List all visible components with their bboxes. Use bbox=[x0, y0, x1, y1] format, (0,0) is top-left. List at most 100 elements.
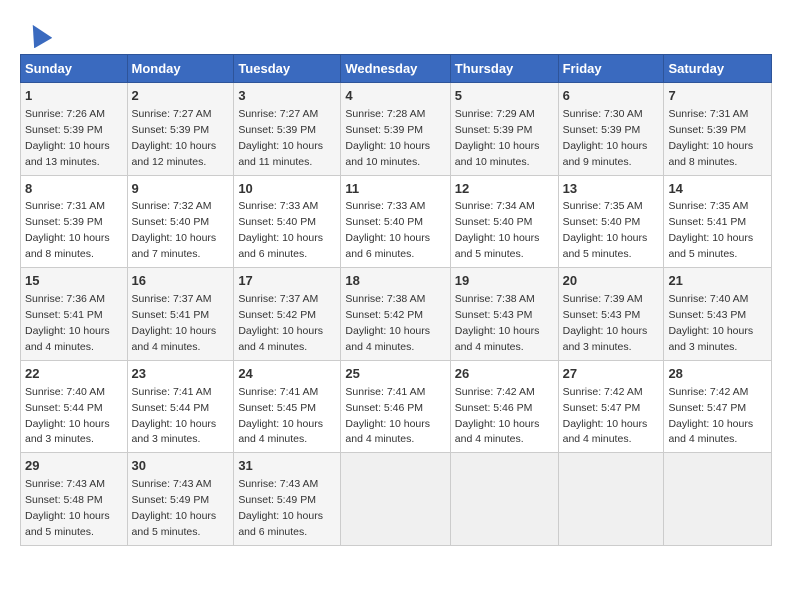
calendar-cell bbox=[341, 453, 450, 546]
calendar-cell: 27 Sunrise: 7:42 AMSunset: 5:47 PMDayligh… bbox=[558, 360, 664, 453]
day-info: Sunrise: 7:33 AMSunset: 5:40 PMDaylight:… bbox=[238, 200, 323, 260]
day-info: Sunrise: 7:32 AMSunset: 5:40 PMDaylight:… bbox=[132, 200, 217, 260]
day-number: 5 bbox=[455, 87, 554, 106]
calendar-cell: 5 Sunrise: 7:29 AMSunset: 5:39 PMDaylight… bbox=[450, 83, 558, 176]
calendar-cell: 13Sunrise: 7:35 AMSunset: 5:40 PMDayligh… bbox=[558, 175, 664, 268]
day-info: Sunrise: 7:26 AMSunset: 5:39 PMDaylight:… bbox=[25, 108, 110, 168]
calendar-cell: 29 Sunrise: 7:43 AMSunset: 5:48 PMDayligh… bbox=[21, 453, 128, 546]
calendar-cell: 17 Sunrise: 7:37 AMSunset: 5:42 PMDayligh… bbox=[234, 268, 341, 361]
day-info: Sunrise: 7:37 AMSunset: 5:42 PMDaylight:… bbox=[238, 293, 323, 353]
day-number: 8 bbox=[25, 180, 123, 199]
day-info: Sunrise: 7:35 AMSunset: 5:40 PMDaylight:… bbox=[563, 200, 648, 260]
week-row-1: 1 Sunrise: 7:26 AMSunset: 5:39 PMDaylight… bbox=[21, 83, 772, 176]
page-header bbox=[20, 20, 772, 48]
day-number: 4 bbox=[345, 87, 445, 106]
calendar-cell: 2 Sunrise: 7:27 AMSunset: 5:39 PMDaylight… bbox=[127, 83, 234, 176]
day-info: Sunrise: 7:43 AMSunset: 5:49 PMDaylight:… bbox=[132, 478, 217, 538]
day-info: Sunrise: 7:42 AMSunset: 5:47 PMDaylight:… bbox=[668, 386, 753, 446]
week-row-4: 22 Sunrise: 7:40 AMSunset: 5:44 PMDayligh… bbox=[21, 360, 772, 453]
calendar-cell: 23 Sunrise: 7:41 AMSunset: 5:44 PMDayligh… bbox=[127, 360, 234, 453]
day-number: 11 bbox=[345, 180, 445, 199]
calendar-cell: 18Sunrise: 7:38 AMSunset: 5:42 PMDayligh… bbox=[341, 268, 450, 361]
day-number: 16 bbox=[132, 272, 230, 291]
header-cell-sunday: Sunday bbox=[21, 55, 128, 83]
calendar-cell: 12Sunrise: 7:34 AMSunset: 5:40 PMDayligh… bbox=[450, 175, 558, 268]
day-number: 30 bbox=[132, 457, 230, 476]
day-number: 14 bbox=[668, 180, 767, 199]
day-number: 6 bbox=[563, 87, 660, 106]
day-info: Sunrise: 7:40 AMSunset: 5:43 PMDaylight:… bbox=[668, 293, 753, 353]
header-cell-wednesday: Wednesday bbox=[341, 55, 450, 83]
day-number: 29 bbox=[25, 457, 123, 476]
day-number: 7 bbox=[668, 87, 767, 106]
day-number: 21 bbox=[668, 272, 767, 291]
calendar-cell: 16 Sunrise: 7:37 AMSunset: 5:41 PMDayligh… bbox=[127, 268, 234, 361]
calendar-cell: 15 Sunrise: 7:36 AMSunset: 5:41 PMDayligh… bbox=[21, 268, 128, 361]
day-number: 26 bbox=[455, 365, 554, 384]
calendar-cell: 14Sunrise: 7:35 AMSunset: 5:41 PMDayligh… bbox=[664, 175, 772, 268]
week-row-5: 29 Sunrise: 7:43 AMSunset: 5:48 PMDayligh… bbox=[21, 453, 772, 546]
day-number: 28 bbox=[668, 365, 767, 384]
day-info: Sunrise: 7:33 AMSunset: 5:40 PMDaylight:… bbox=[345, 200, 430, 260]
day-number: 2 bbox=[132, 87, 230, 106]
day-number: 31 bbox=[238, 457, 336, 476]
logo bbox=[20, 20, 52, 48]
calendar-cell: 26 Sunrise: 7:42 AMSunset: 5:46 PMDayligh… bbox=[450, 360, 558, 453]
day-info: Sunrise: 7:41 AMSunset: 5:44 PMDaylight:… bbox=[132, 386, 217, 446]
day-info: Sunrise: 7:31 AMSunset: 5:39 PMDaylight:… bbox=[25, 200, 110, 260]
day-info: Sunrise: 7:35 AMSunset: 5:41 PMDaylight:… bbox=[668, 200, 753, 260]
header-cell-thursday: Thursday bbox=[450, 55, 558, 83]
day-info: Sunrise: 7:42 AMSunset: 5:46 PMDaylight:… bbox=[455, 386, 540, 446]
calendar-cell: 20 Sunrise: 7:39 AMSunset: 5:43 PMDayligh… bbox=[558, 268, 664, 361]
calendar-cell: 6 Sunrise: 7:30 AMSunset: 5:39 PMDaylight… bbox=[558, 83, 664, 176]
day-info: Sunrise: 7:38 AMSunset: 5:42 PMDaylight:… bbox=[345, 293, 430, 353]
calendar-cell: 10Sunrise: 7:33 AMSunset: 5:40 PMDayligh… bbox=[234, 175, 341, 268]
day-number: 24 bbox=[238, 365, 336, 384]
calendar-cell: 24Sunrise: 7:41 AMSunset: 5:45 PMDayligh… bbox=[234, 360, 341, 453]
week-row-2: 8Sunrise: 7:31 AMSunset: 5:39 PMDaylight… bbox=[21, 175, 772, 268]
day-number: 12 bbox=[455, 180, 554, 199]
day-info: Sunrise: 7:34 AMSunset: 5:40 PMDaylight:… bbox=[455, 200, 540, 260]
header-cell-monday: Monday bbox=[127, 55, 234, 83]
day-info: Sunrise: 7:36 AMSunset: 5:41 PMDaylight:… bbox=[25, 293, 110, 353]
day-info: Sunrise: 7:38 AMSunset: 5:43 PMDaylight:… bbox=[455, 293, 540, 353]
day-info: Sunrise: 7:27 AMSunset: 5:39 PMDaylight:… bbox=[238, 108, 323, 168]
day-number: 15 bbox=[25, 272, 123, 291]
day-number: 17 bbox=[238, 272, 336, 291]
header-cell-friday: Friday bbox=[558, 55, 664, 83]
day-info: Sunrise: 7:43 AMSunset: 5:48 PMDaylight:… bbox=[25, 478, 110, 538]
day-info: Sunrise: 7:42 AMSunset: 5:47 PMDaylight:… bbox=[563, 386, 648, 446]
day-number: 19 bbox=[455, 272, 554, 291]
week-row-3: 15 Sunrise: 7:36 AMSunset: 5:41 PMDayligh… bbox=[21, 268, 772, 361]
day-info: Sunrise: 7:29 AMSunset: 5:39 PMDaylight:… bbox=[455, 108, 540, 168]
day-info: Sunrise: 7:43 AMSunset: 5:49 PMDaylight:… bbox=[238, 478, 323, 538]
day-number: 22 bbox=[25, 365, 123, 384]
calendar-cell: 25 Sunrise: 7:41 AMSunset: 5:46 PMDayligh… bbox=[341, 360, 450, 453]
day-number: 1 bbox=[25, 87, 123, 106]
calendar-cell: 3Sunrise: 7:27 AMSunset: 5:39 PMDaylight… bbox=[234, 83, 341, 176]
day-info: Sunrise: 7:30 AMSunset: 5:39 PMDaylight:… bbox=[563, 108, 648, 168]
day-info: Sunrise: 7:41 AMSunset: 5:46 PMDaylight:… bbox=[345, 386, 430, 446]
day-info: Sunrise: 7:27 AMSunset: 5:39 PMDaylight:… bbox=[132, 108, 217, 168]
calendar-cell: 1 Sunrise: 7:26 AMSunset: 5:39 PMDaylight… bbox=[21, 83, 128, 176]
calendar-cell: 30 Sunrise: 7:43 AMSunset: 5:49 PMDayligh… bbox=[127, 453, 234, 546]
day-number: 23 bbox=[132, 365, 230, 384]
calendar-cell: 19 Sunrise: 7:38 AMSunset: 5:43 PMDayligh… bbox=[450, 268, 558, 361]
calendar-cell bbox=[664, 453, 772, 546]
day-number: 20 bbox=[563, 272, 660, 291]
calendar-cell: 11Sunrise: 7:33 AMSunset: 5:40 PMDayligh… bbox=[341, 175, 450, 268]
day-number: 10 bbox=[238, 180, 336, 199]
day-info: Sunrise: 7:40 AMSunset: 5:44 PMDaylight:… bbox=[25, 386, 110, 446]
day-number: 9 bbox=[132, 180, 230, 199]
day-number: 27 bbox=[563, 365, 660, 384]
calendar-cell: 9Sunrise: 7:32 AMSunset: 5:40 PMDaylight… bbox=[127, 175, 234, 268]
day-number: 25 bbox=[345, 365, 445, 384]
logo-icon bbox=[24, 20, 52, 48]
calendar-cell bbox=[450, 453, 558, 546]
calendar-cell: 7Sunrise: 7:31 AMSunset: 5:39 PMDaylight… bbox=[664, 83, 772, 176]
day-info: Sunrise: 7:39 AMSunset: 5:43 PMDaylight:… bbox=[563, 293, 648, 353]
calendar-cell: 8Sunrise: 7:31 AMSunset: 5:39 PMDaylight… bbox=[21, 175, 128, 268]
calendar-cell: 4Sunrise: 7:28 AMSunset: 5:39 PMDaylight… bbox=[341, 83, 450, 176]
header-row: SundayMondayTuesdayWednesdayThursdayFrid… bbox=[21, 55, 772, 83]
day-info: Sunrise: 7:37 AMSunset: 5:41 PMDaylight:… bbox=[132, 293, 217, 353]
